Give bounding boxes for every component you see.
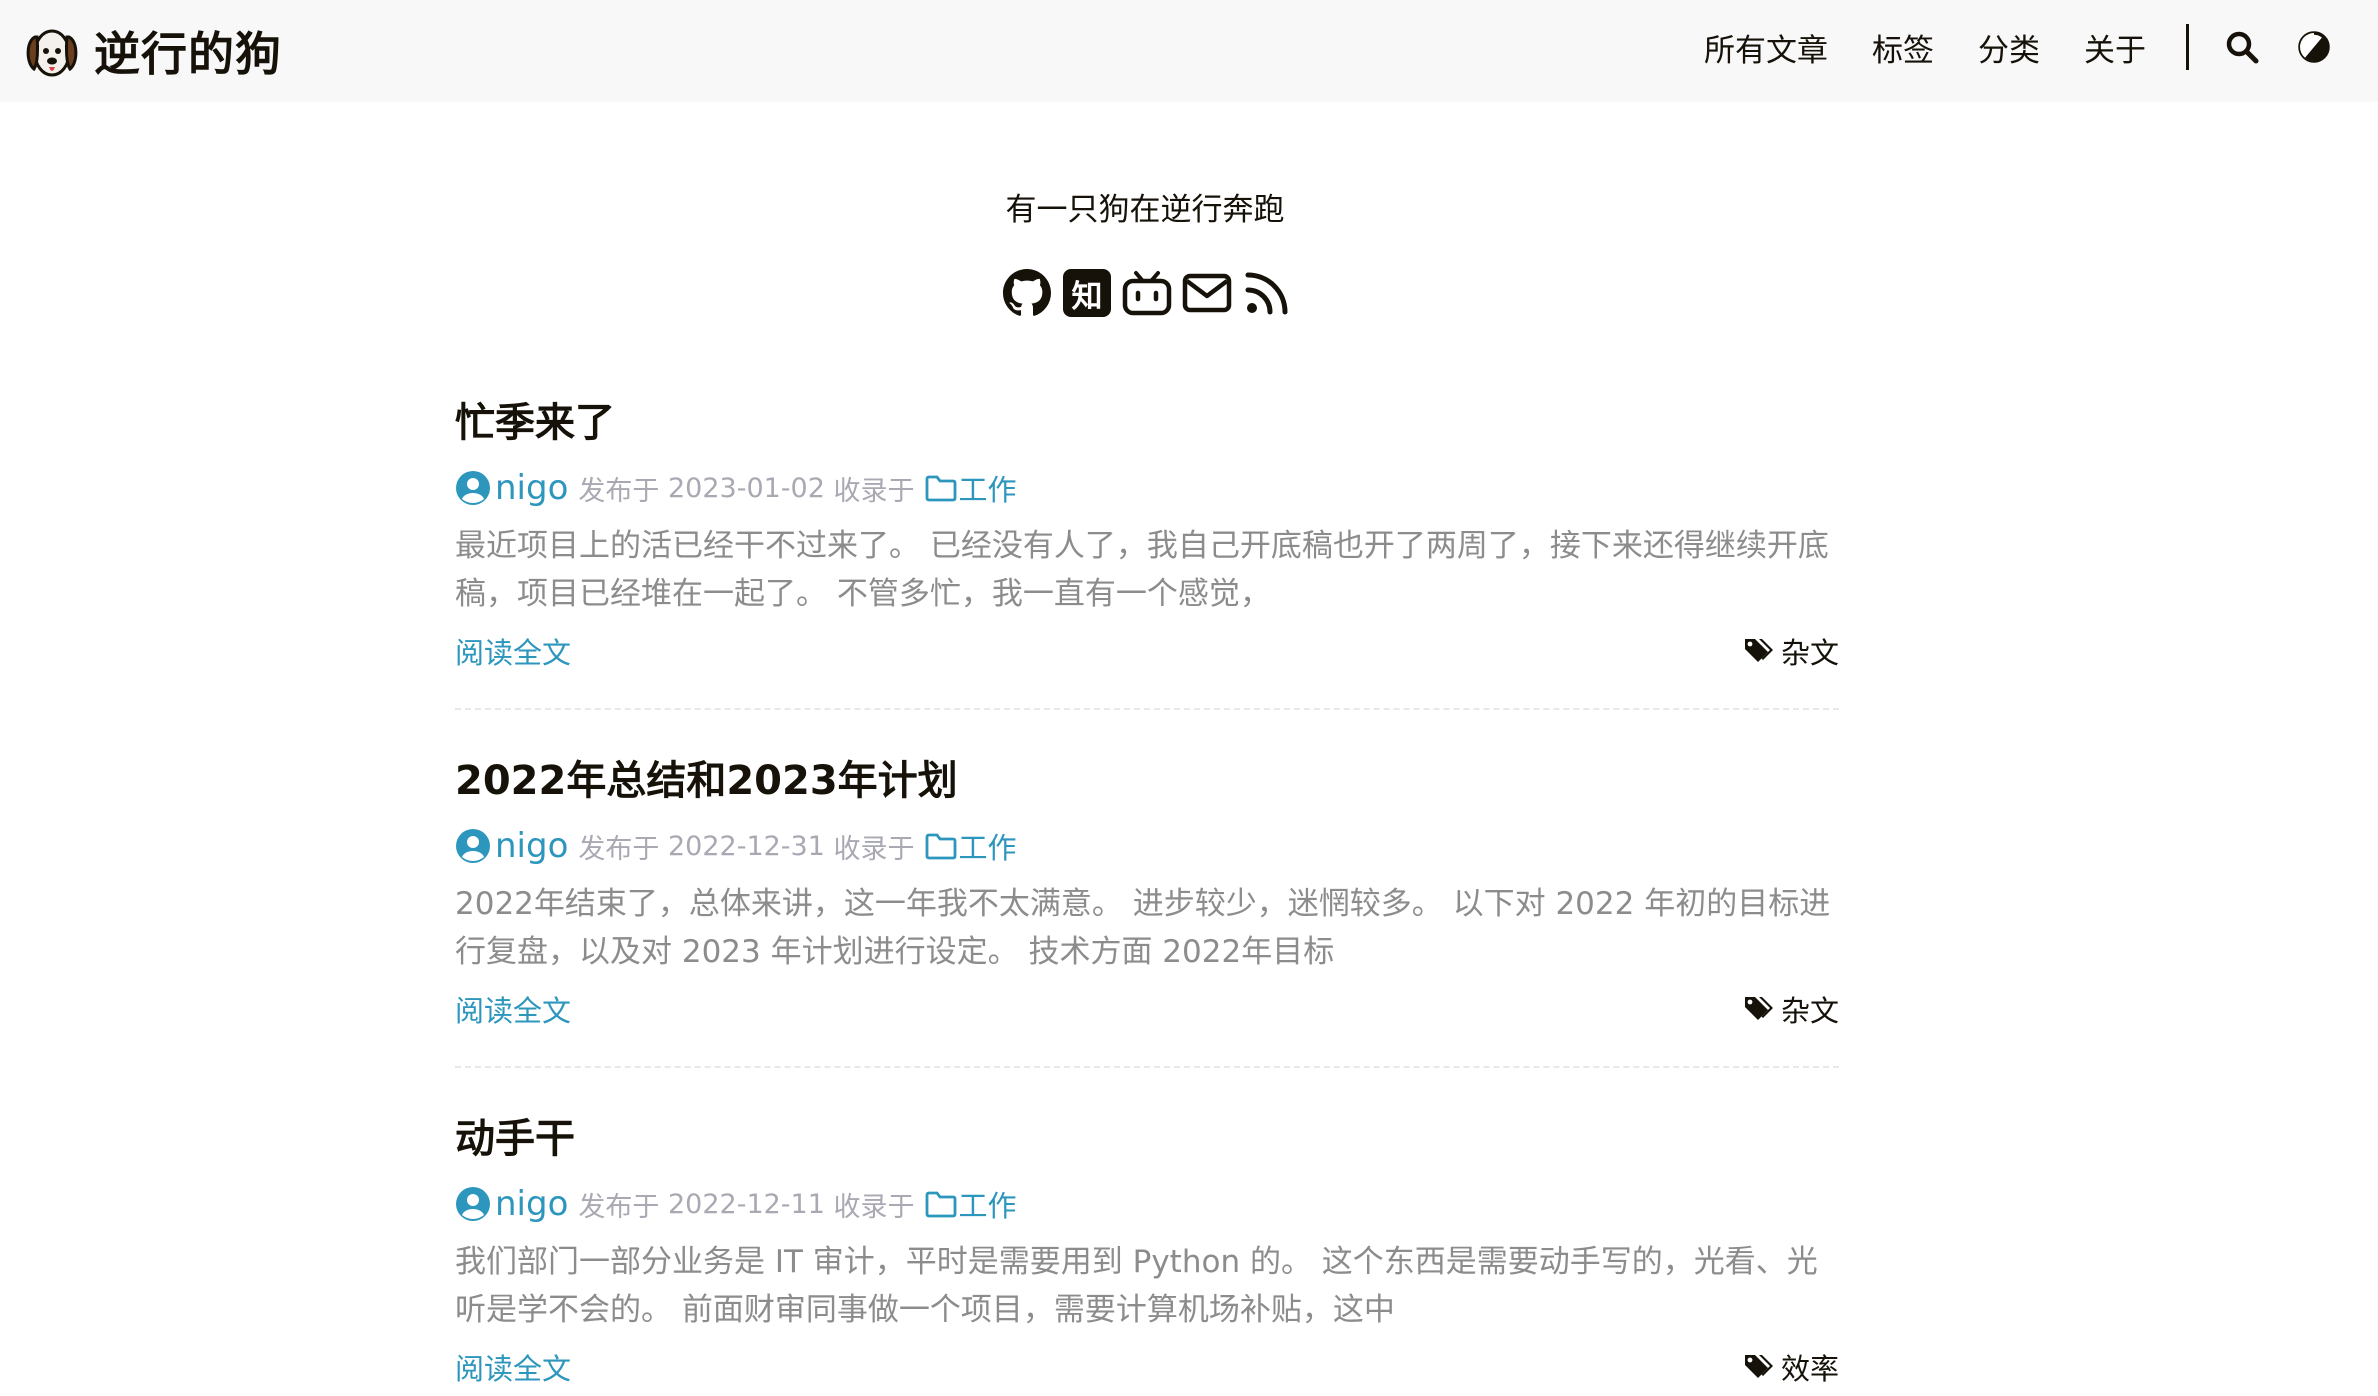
github-icon[interactable] xyxy=(1002,268,1052,318)
published-label: 发布于 xyxy=(578,475,660,507)
bilibili-icon[interactable] xyxy=(1122,268,1172,318)
read-more-link[interactable]: 阅读全文 xyxy=(455,1346,571,1388)
post-divider xyxy=(455,708,1839,710)
user-circle-icon xyxy=(456,1187,490,1221)
post-tag[interactable]: 效率 xyxy=(1743,1346,1839,1388)
post-category[interactable]: 工作 xyxy=(959,825,1017,867)
post-author[interactable]: nigo xyxy=(495,826,568,866)
site-brand[interactable]: 逆行的狗 xyxy=(24,18,282,84)
post-item: 2022年总结和2023年计划 nigo 发布于 2022-12-31 收录于 … xyxy=(455,752,1839,1032)
post-title[interactable]: 2022年总结和2023年计划 xyxy=(455,752,1839,810)
site-subtitle: 有一只狗在逆行奔跑 xyxy=(1005,192,1285,228)
tag-label: 杂文 xyxy=(1780,636,1839,670)
published-label: 发布于 xyxy=(578,833,660,865)
post-footer: 阅读全文 效率 xyxy=(455,1346,1839,1390)
site-title: 逆行的狗 xyxy=(94,27,282,81)
folder-icon xyxy=(925,1191,956,1218)
post-title[interactable]: 动手干 xyxy=(455,1110,1839,1168)
post-footer: 阅读全文 杂文 xyxy=(455,630,1839,674)
post-summary: 最近项目上的活已经干不过来了。 已经没有人了，我自己开底稿也开了两周了，接下来还… xyxy=(455,528,1829,612)
zhihu-icon[interactable]: 知 xyxy=(1062,268,1112,318)
published-label: 发布于 xyxy=(578,1191,660,1223)
post-author[interactable]: nigo xyxy=(495,468,568,508)
site-header: 逆行的狗 所有文章 标签 分类 关于 xyxy=(0,0,2378,102)
social-links: 知 xyxy=(1002,268,1302,318)
post-tag[interactable]: 杂文 xyxy=(1743,988,1839,1030)
post-summary: 我们部门一部分业务是 IT 审计，平时是需要用到 Python 的。 这个东西是… xyxy=(455,1244,1818,1328)
post-title[interactable]: 忙季来了 xyxy=(455,394,1839,452)
tags-icon xyxy=(1744,1355,1773,1378)
user-circle-icon xyxy=(456,471,490,505)
menu-item-categories[interactable]: 分类 xyxy=(1978,25,2040,70)
tag-label: 效率 xyxy=(1780,1352,1839,1386)
menu-item-about[interactable]: 关于 xyxy=(2084,25,2146,70)
menu-item-tags[interactable]: 标签 xyxy=(1872,25,1934,70)
menu-divider xyxy=(2186,24,2189,70)
post-summary: 2022年结束了，总体来讲，这一年我不太满意。 进步较少，迷惘较多。 以下对 2… xyxy=(455,886,1831,970)
post-date: 2022-12-31 xyxy=(667,830,825,862)
post-divider xyxy=(455,1066,1839,1068)
collected-label: 收录于 xyxy=(833,475,915,507)
user-circle-icon xyxy=(456,829,490,863)
folder-icon xyxy=(925,833,956,860)
tags-icon xyxy=(1744,639,1773,662)
read-more-link[interactable]: 阅读全文 xyxy=(455,988,571,1030)
post-footer: 阅读全文 杂文 xyxy=(455,988,1839,1032)
email-icon[interactable] xyxy=(1182,268,1232,318)
post-item: 动手干 nigo 发布于 2022-12-11 收录于 工作 我们部门一部分业务… xyxy=(455,1110,1839,1390)
post-date: 2023-01-02 xyxy=(667,472,825,504)
menu-item-all-posts[interactable]: 所有文章 xyxy=(1704,25,1828,70)
rss-icon[interactable] xyxy=(1242,268,1292,318)
post-date: 2022-12-11 xyxy=(667,1188,825,1220)
post-tag[interactable]: 杂文 xyxy=(1743,630,1839,672)
post-meta: nigo 发布于 2022-12-31 收录于 工作 xyxy=(455,824,1839,868)
folder-icon xyxy=(925,475,956,502)
theme-toggle-icon[interactable] xyxy=(2297,30,2331,64)
search-icon[interactable] xyxy=(2225,30,2259,64)
read-more-link[interactable]: 阅读全文 xyxy=(455,630,571,672)
post-category[interactable]: 工作 xyxy=(959,1183,1017,1225)
collected-label: 收录于 xyxy=(833,833,915,865)
dog-logo-icon xyxy=(26,29,78,77)
post-author[interactable]: nigo xyxy=(495,1184,568,1224)
main-menu: 所有文章 标签 分类 关于 xyxy=(1704,22,2331,72)
post-meta: nigo 发布于 2023-01-02 收录于 工作 xyxy=(455,466,1839,510)
tags-icon xyxy=(1744,997,1773,1020)
post-category[interactable]: 工作 xyxy=(959,467,1017,509)
collected-label: 收录于 xyxy=(833,1191,915,1223)
post-item: 忙季来了 nigo 发布于 2023-01-02 收录于 工作 最近项目上的活已… xyxy=(455,394,1839,674)
post-meta: nigo 发布于 2022-12-11 收录于 工作 xyxy=(455,1182,1839,1226)
zhihu-glyph: 知 xyxy=(1063,269,1111,317)
tag-label: 杂文 xyxy=(1780,994,1839,1028)
